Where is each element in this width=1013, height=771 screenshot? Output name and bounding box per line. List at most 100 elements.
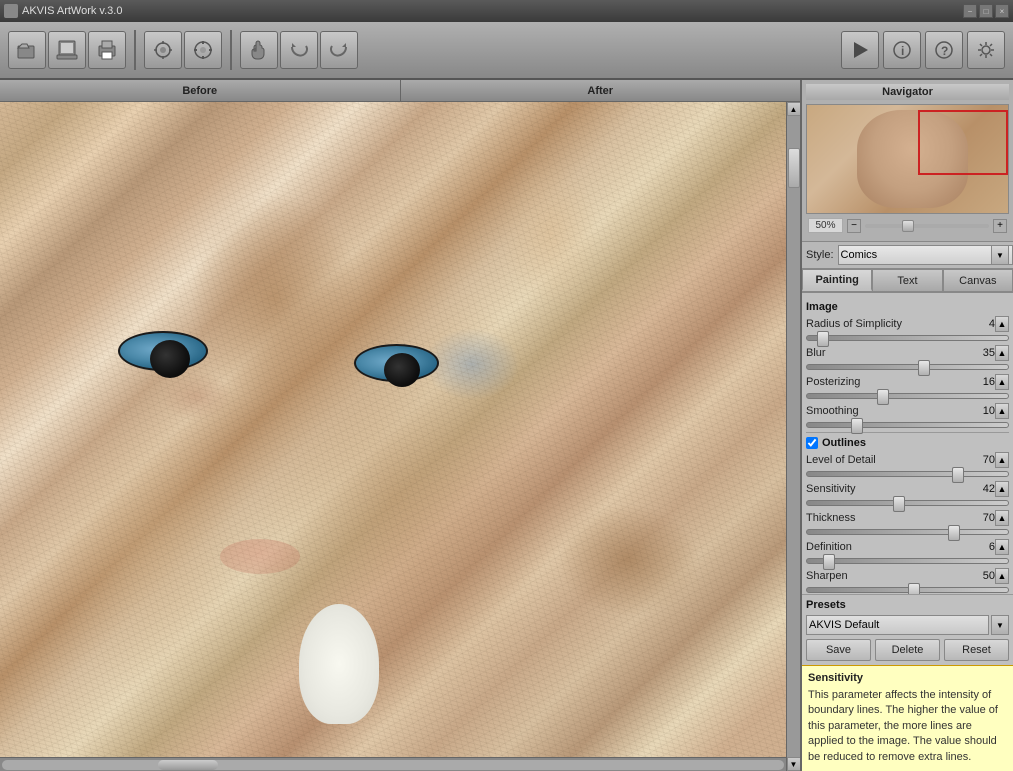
- slider-row-sharpen: [806, 587, 1009, 593]
- tab-text[interactable]: Text: [872, 269, 942, 291]
- param-plus-posterizing[interactable]: ▲: [995, 374, 1009, 390]
- help-title: Sensitivity: [808, 672, 1007, 684]
- eye-right: [354, 344, 439, 382]
- slider-thumb-lod[interactable]: [952, 467, 964, 483]
- slider-thumb-sharpen[interactable]: [908, 583, 920, 594]
- preferences-button[interactable]: [967, 31, 1005, 69]
- slider-track-radius[interactable]: [806, 335, 1009, 341]
- canvas-vertical-scrollbar[interactable]: ▲ ▼: [786, 102, 800, 771]
- param-value-sensitivity: 42: [971, 483, 995, 495]
- app-icon: [4, 4, 18, 18]
- style-select[interactable]: Comics Watercolor Oil Paint Pencil Sketc…: [838, 245, 1013, 265]
- param-row-lod: Level of Detail 70 ▲: [806, 452, 1009, 468]
- param-plus-sensitivity[interactable]: ▲: [995, 481, 1009, 497]
- slider-thumb-sensitivity[interactable]: [893, 496, 905, 512]
- param-plus-sharpen[interactable]: ▲: [995, 568, 1009, 584]
- save-preset-button[interactable]: Save: [806, 639, 871, 661]
- navigator-zoom-minus-button[interactable]: −: [847, 219, 861, 233]
- param-label-sensitivity: Sensitivity: [806, 483, 971, 495]
- vscroll-down-button[interactable]: ▼: [787, 757, 801, 771]
- slider-thumb-definition[interactable]: [823, 554, 835, 570]
- tab-canvas[interactable]: Canvas: [943, 269, 1013, 291]
- slider-row-posterizing: [806, 393, 1009, 399]
- close-button[interactable]: ×: [995, 4, 1009, 18]
- param-row-posterizing: Posterizing 16 ▲: [806, 374, 1009, 390]
- presets-select-row: AKVIS Default Custom 1 Custom 2 ▼: [806, 615, 1009, 635]
- canvas-hscroll-thumb[interactable]: [158, 760, 218, 770]
- param-plus-smoothing[interactable]: ▲: [995, 403, 1009, 419]
- eye-left: [118, 331, 208, 371]
- info-button[interactable]: i: [883, 31, 921, 69]
- delete-preset-button[interactable]: Delete: [875, 639, 940, 661]
- settings2-button[interactable]: [144, 31, 182, 69]
- undo-button[interactable]: [280, 31, 318, 69]
- open-button[interactable]: [8, 31, 46, 69]
- maximize-button[interactable]: □: [979, 4, 993, 18]
- slider-row-definition: [806, 558, 1009, 564]
- slider-track-posterizing[interactable]: [806, 393, 1009, 399]
- navigator-zoom-slider[interactable]: [865, 224, 989, 228]
- param-row-definition: Definition 6 ▲: [806, 539, 1009, 555]
- slider-track-smoothing[interactable]: [806, 422, 1009, 428]
- vscroll-track[interactable]: [787, 116, 801, 757]
- slider-track-sensitivity[interactable]: [806, 500, 1009, 506]
- canvas-content[interactable]: [0, 102, 786, 757]
- print-button[interactable]: [88, 31, 126, 69]
- presets-title: Presets: [806, 599, 1009, 611]
- help-button[interactable]: ?: [925, 31, 963, 69]
- slider-thumb-posterizing[interactable]: [877, 389, 889, 405]
- slider-track-thickness[interactable]: [806, 529, 1009, 535]
- slider-track-definition[interactable]: [806, 558, 1009, 564]
- slider-track-lod[interactable]: [806, 471, 1009, 477]
- param-plus-definition[interactable]: ▲: [995, 539, 1009, 555]
- param-label-thickness: Thickness: [806, 512, 971, 524]
- toolbar-sep-1: [134, 30, 136, 70]
- presets-select[interactable]: AKVIS Default Custom 1 Custom 2: [806, 615, 989, 635]
- file-tools: [8, 31, 126, 69]
- param-plus-thickness[interactable]: ▲: [995, 510, 1009, 526]
- tab-painting[interactable]: Painting: [802, 269, 872, 291]
- slider-thumb-thickness[interactable]: [948, 525, 960, 541]
- run-button[interactable]: [841, 31, 879, 69]
- vscroll-up-button[interactable]: ▲: [787, 102, 801, 116]
- slider-row-radius: [806, 335, 1009, 341]
- slider-thumb-smoothing[interactable]: [851, 418, 863, 434]
- navigator-zoom-plus-button[interactable]: +: [993, 219, 1007, 233]
- navigator-zoom-bar: 50% − +: [806, 214, 1009, 237]
- outlines-section-header: Outlines: [806, 437, 1009, 449]
- outlines-checkbox[interactable]: [806, 437, 818, 449]
- vscroll-thumb[interactable]: [788, 148, 800, 188]
- flower: [299, 604, 379, 724]
- titlebar-controls: − □ ×: [963, 4, 1009, 18]
- canvas-header: Before After: [0, 80, 800, 102]
- after-tab[interactable]: After: [401, 80, 801, 101]
- presets-dropdown-button[interactable]: ▼: [991, 615, 1009, 635]
- canvas-image: [0, 102, 786, 757]
- outlines-section-title: Outlines: [822, 437, 866, 449]
- minimize-button[interactable]: −: [963, 4, 977, 18]
- slider-track-sharpen[interactable]: [806, 587, 1009, 593]
- hand-tool[interactable]: [240, 31, 278, 69]
- slider-thumb-radius[interactable]: [817, 331, 829, 347]
- param-plus-lod[interactable]: ▲: [995, 452, 1009, 468]
- presets-buttons: Save Delete Reset: [806, 639, 1009, 661]
- style-row: Style: Comics Watercolor Oil Paint Penci…: [802, 242, 1013, 269]
- param-label-definition: Definition: [806, 541, 971, 553]
- export-button[interactable]: [184, 31, 222, 69]
- canvas-hscroll-track[interactable]: [2, 760, 784, 770]
- param-plus-radius[interactable]: ▲: [995, 316, 1009, 332]
- redo-button[interactable]: [320, 31, 358, 69]
- param-plus-blur[interactable]: ▲: [995, 345, 1009, 361]
- param-row-blur: Blur 35 ▲: [806, 345, 1009, 361]
- param-value-sharpen: 50: [971, 570, 995, 582]
- canvas-horizontal-scrollbar[interactable]: [0, 757, 786, 771]
- navigator-zoom-thumb[interactable]: [902, 220, 914, 232]
- scan-button[interactable]: [48, 31, 86, 69]
- slider-row-thickness: [806, 529, 1009, 535]
- slider-track-blur[interactable]: [806, 364, 1009, 370]
- reset-preset-button[interactable]: Reset: [944, 639, 1009, 661]
- slider-thumb-blur[interactable]: [918, 360, 930, 376]
- settings-panel: Image Radius of Simplicity 4 ▲ Blur 35 ▲: [802, 293, 1013, 594]
- param-value-definition: 6: [971, 541, 995, 553]
- before-tab[interactable]: Before: [0, 80, 401, 101]
